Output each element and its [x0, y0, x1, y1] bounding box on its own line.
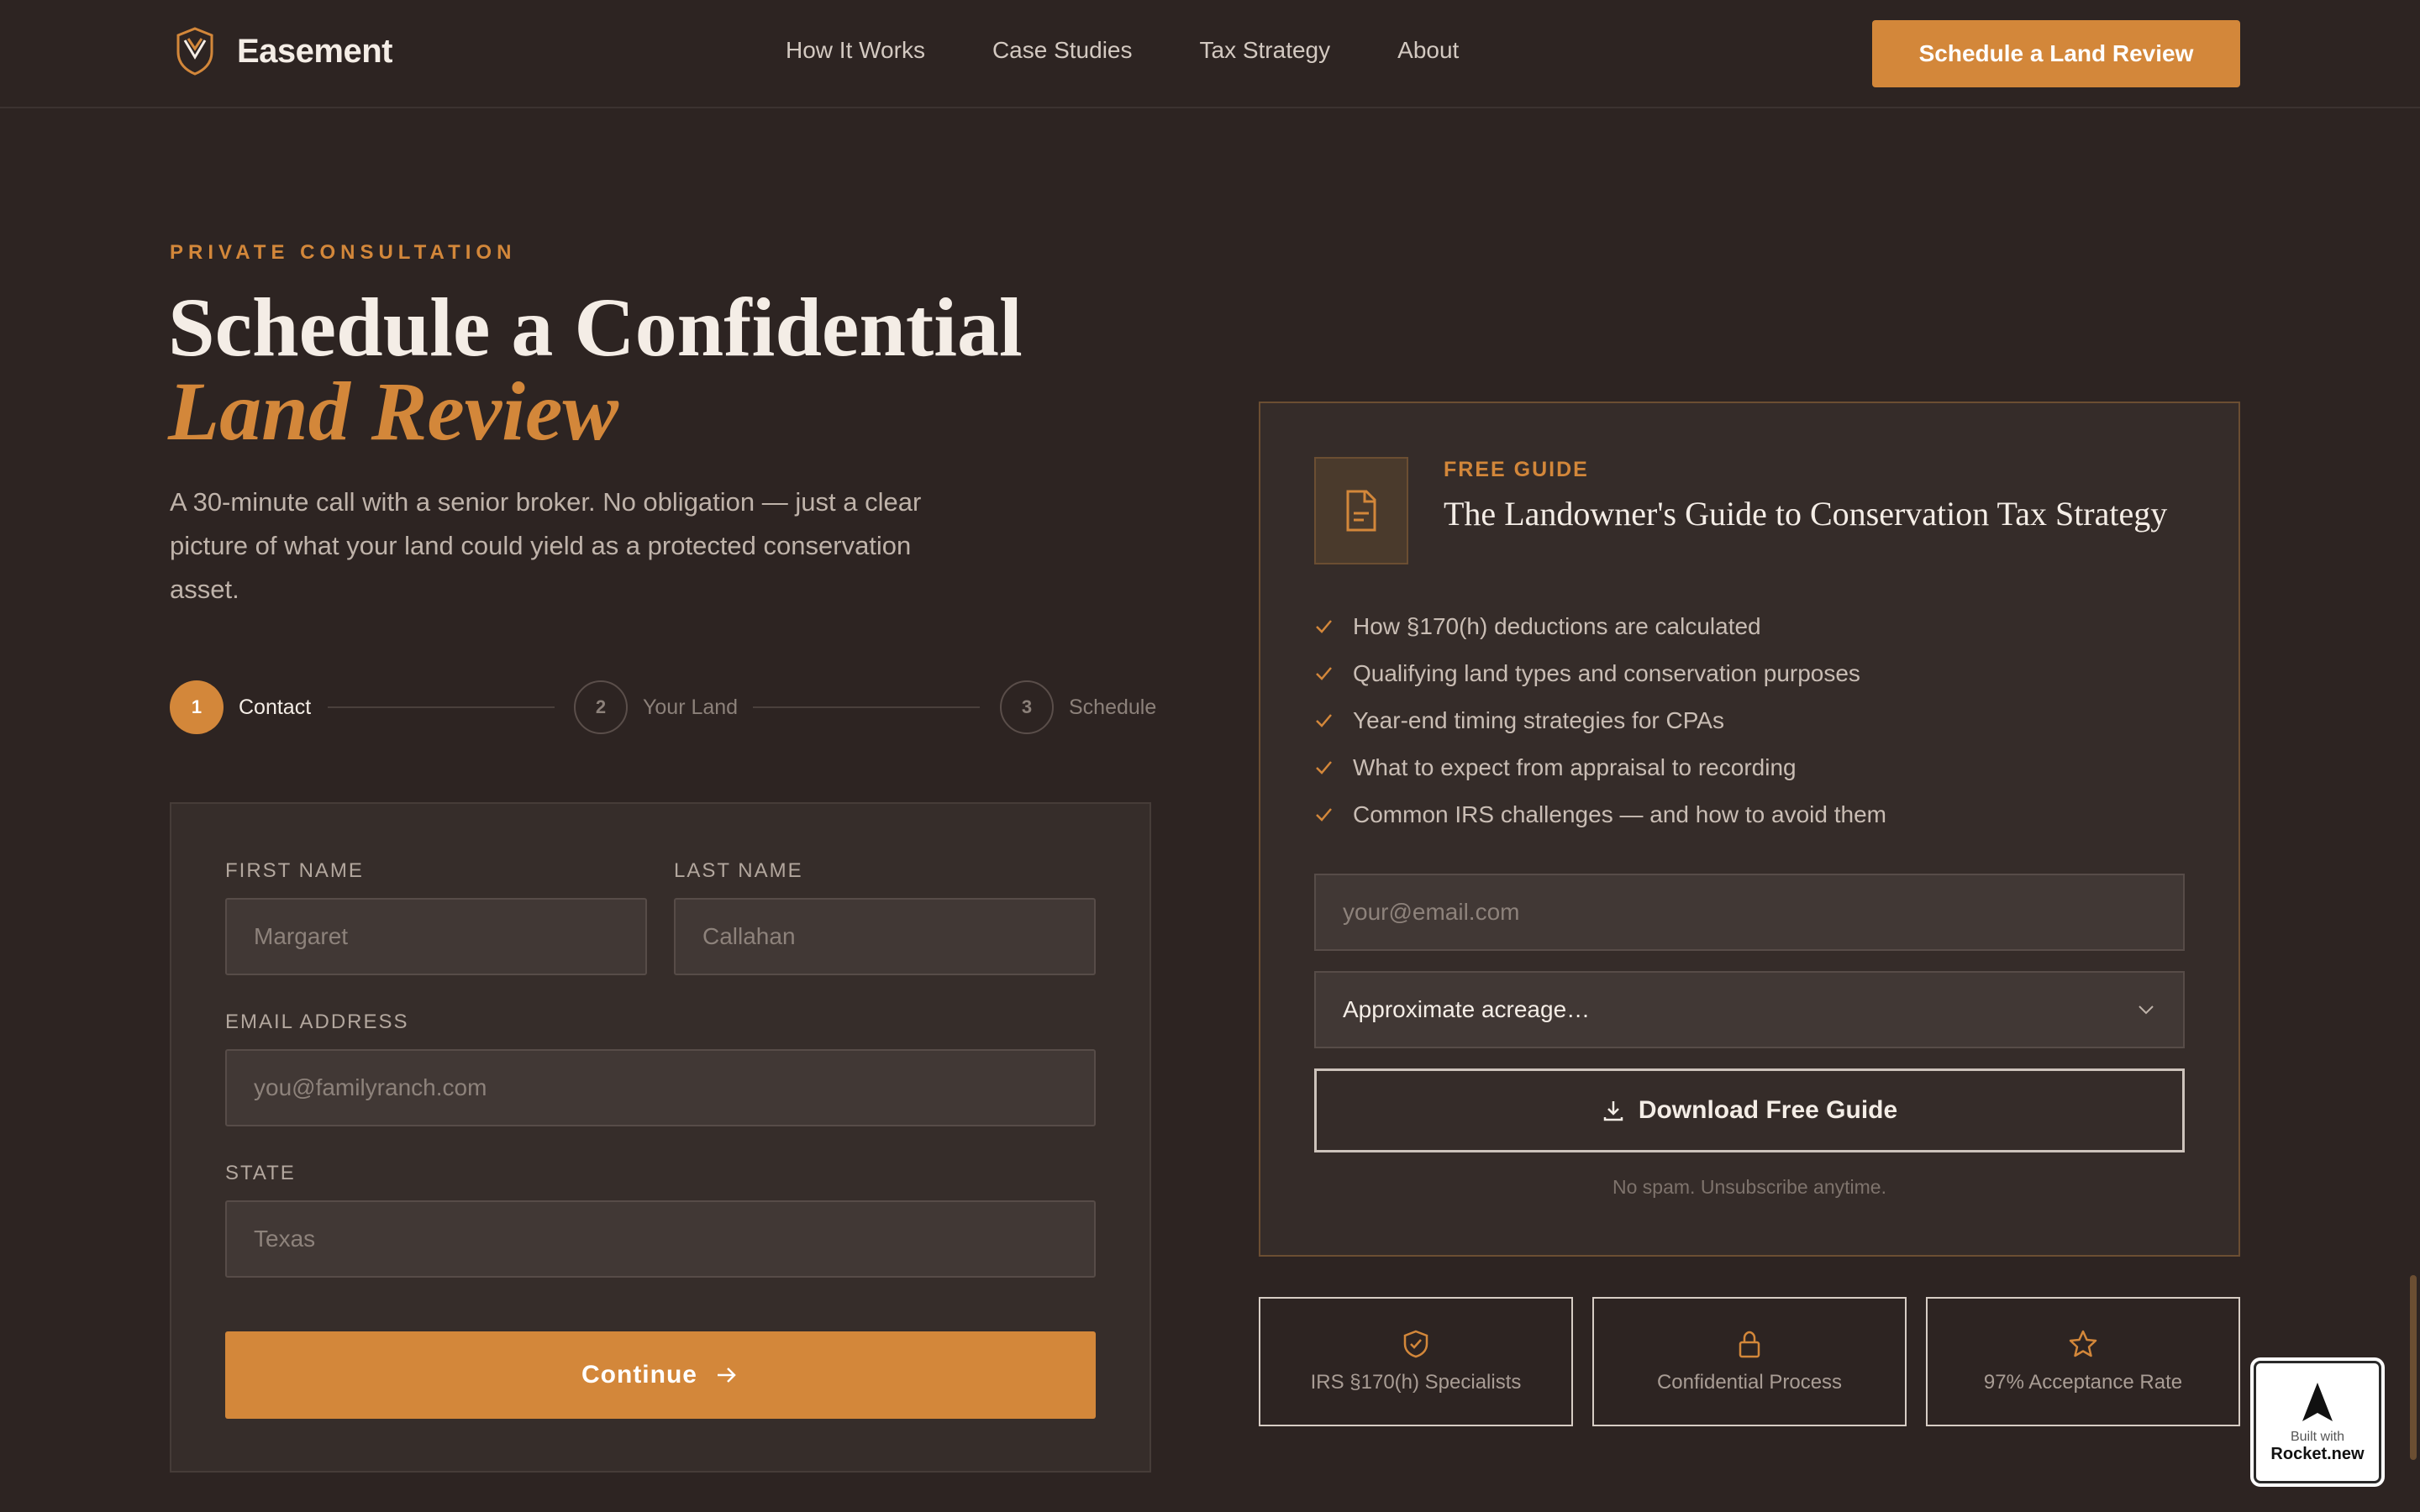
- check-icon: [1316, 620, 1332, 633]
- step-number: 1: [170, 680, 224, 734]
- step-number: 2: [574, 680, 628, 734]
- step-label: Contact: [239, 695, 312, 719]
- benefit-text: Common IRS challenges — and how to avoid…: [1353, 801, 1886, 827]
- download-label: Download Free Guide: [1638, 1096, 1898, 1124]
- site-header: Easement How It Works Case Studies Tax S…: [0, 0, 2420, 108]
- badge-acceptance-rate: 97% Acceptance Rate: [1926, 1297, 2240, 1426]
- guide-eyebrow: FREE GUIDE: [1444, 458, 1589, 481]
- rocket-logo-icon: [2302, 1382, 2333, 1421]
- list-item: How §170(h) deductions are calculated: [1314, 603, 1886, 650]
- last-name-input[interactable]: Callahan: [674, 898, 1096, 975]
- badge-label: 97% Acceptance Rate: [1983, 1371, 2183, 1394]
- step-your-land[interactable]: 2 Your Land: [574, 680, 738, 734]
- email-label: EMAIL ADDRESS: [225, 1011, 409, 1033]
- benefit-text: How §170(h) deductions are calculated: [1353, 613, 1761, 639]
- step-connector: [328, 706, 555, 708]
- badge-irs-specialists: IRS §170(h) Specialists: [1259, 1297, 1573, 1426]
- email-input[interactable]: you@familyranch.com: [225, 1049, 1096, 1126]
- chevron-down-icon: [2139, 1005, 2154, 1015]
- guide-title: The Landowner's Guide to Conservation Ta…: [1444, 495, 2168, 533]
- step-number: 3: [1000, 680, 1054, 734]
- list-item: Common IRS challenges — and how to avoid…: [1314, 791, 1886, 838]
- built-with-rocket-badge[interactable]: Built with Rocket.new: [2254, 1361, 2381, 1483]
- page-subtitle: A 30-minute call with a senior broker. N…: [170, 487, 922, 604]
- state-input[interactable]: Texas: [225, 1200, 1096, 1278]
- title-plain: Schedule a Confidential: [168, 281, 1023, 374]
- list-item: Year-end timing strategies for CPAs: [1314, 697, 1886, 744]
- check-icon: [1316, 761, 1332, 774]
- schedule-review-button[interactable]: Schedule a Land Review: [1872, 20, 2240, 87]
- lock-icon: [1739, 1331, 1760, 1358]
- check-icon: [1316, 667, 1332, 680]
- progress-stepper: 1 Contact 2 Your Land 3 Schedule: [170, 680, 1156, 734]
- continue-label: Continue: [581, 1361, 697, 1389]
- shield-logo-icon: [176, 27, 213, 76]
- page-title: Schedule a Confidential Land Review: [168, 286, 1176, 454]
- document-icon: [1314, 457, 1408, 564]
- download-guide-button[interactable]: Download Free Guide: [1314, 1068, 2185, 1152]
- badge-label: IRS §170(h) Specialists: [1310, 1371, 1522, 1394]
- rocket-built-with: Built with: [2290, 1429, 2345, 1444]
- list-item: What to expect from appraisal to recordi…: [1314, 744, 1886, 791]
- nav-case-studies[interactable]: Case Studies: [992, 37, 1133, 64]
- check-icon: [1316, 808, 1332, 822]
- download-icon: [1603, 1101, 1623, 1121]
- badge-label: Confidential Process: [1656, 1371, 1843, 1394]
- guide-email-input[interactable]: your@email.com: [1314, 874, 2185, 951]
- last-name-label: LAST NAME: [674, 859, 803, 882]
- arrow-right-icon: [717, 1368, 736, 1383]
- spam-disclaimer: No spam. Unsubscribe anytime.: [1612, 1176, 1886, 1198]
- rocket-brand: Rocket.new: [2270, 1444, 2365, 1463]
- eyebrow-label: PRIVATE CONSULTATION: [170, 241, 517, 264]
- check-icon: [1316, 714, 1332, 727]
- list-item: Qualifying land types and conservation p…: [1314, 650, 1886, 697]
- acreage-select[interactable]: Approximate acreage…: [1314, 971, 2185, 1048]
- trust-badges: IRS §170(h) Specialists Confidential Pro…: [1259, 1297, 2240, 1426]
- badge-confidential: Confidential Process: [1592, 1297, 1907, 1426]
- title-accent: Land Review: [168, 365, 619, 458]
- main-nav: How It Works Case Studies Tax Strategy A…: [786, 37, 1526, 64]
- nav-how-it-works[interactable]: How It Works: [786, 37, 925, 64]
- shield-check-icon: [1403, 1330, 1428, 1358]
- star-icon: [2069, 1330, 2097, 1357]
- brand-name: Easement: [237, 32, 392, 70]
- nav-tax-strategy[interactable]: Tax Strategy: [1200, 37, 1331, 64]
- first-name-input[interactable]: Margaret: [225, 898, 647, 975]
- nav-about[interactable]: About: [1397, 37, 1459, 64]
- step-label: Your Land: [643, 695, 739, 719]
- state-label: STATE: [225, 1162, 296, 1184]
- continue-button[interactable]: Continue: [225, 1331, 1096, 1419]
- step-contact[interactable]: 1 Contact: [170, 680, 311, 734]
- step-connector: [753, 706, 980, 708]
- step-label: Schedule: [1069, 695, 1157, 719]
- scrollbar-thumb[interactable]: [2410, 1275, 2417, 1460]
- benefit-list: How §170(h) deductions are calculated Qu…: [1314, 603, 1886, 838]
- step-schedule[interactable]: 3 Schedule: [1000, 680, 1156, 734]
- acreage-selected-value: Approximate acreage…: [1343, 996, 1591, 1022]
- benefit-text: What to expect from appraisal to recordi…: [1353, 754, 1797, 780]
- first-name-label: FIRST NAME: [225, 859, 364, 882]
- contact-form: FIRST NAME Margaret LAST NAME Callahan E…: [170, 802, 1151, 1473]
- benefit-text: Year-end timing strategies for CPAs: [1353, 707, 1724, 733]
- brand-logo[interactable]: Easement: [175, 27, 392, 76]
- benefit-text: Qualifying land types and conservation p…: [1353, 660, 1860, 686]
- free-guide-card: FREE GUIDE The Landowner's Guide to Cons…: [1259, 402, 2240, 1257]
